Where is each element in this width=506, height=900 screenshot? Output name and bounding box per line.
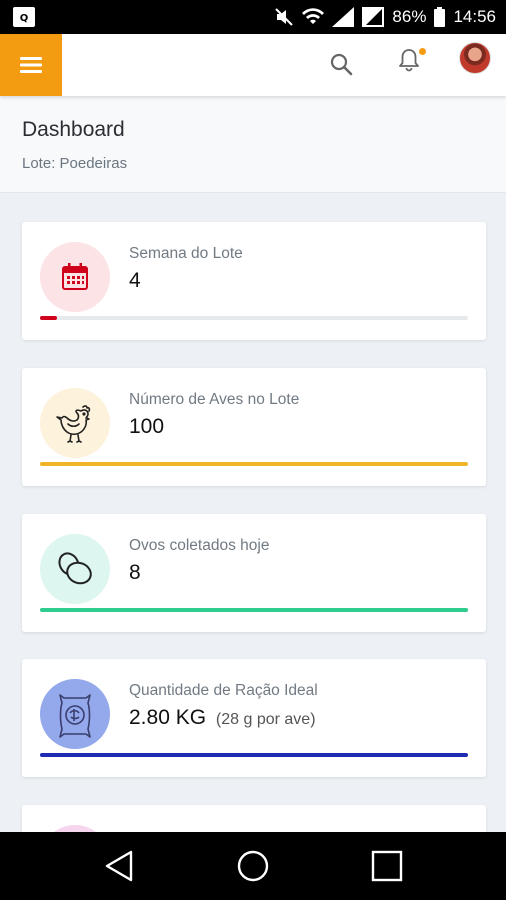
card-value: 2.80 KG (28 g por ave) [129, 706, 316, 730]
system-nav-bar [0, 832, 506, 900]
page-title: Dashboard [22, 118, 125, 141]
card-value: 4 [129, 269, 141, 292]
progress-track [40, 316, 468, 320]
card-value: 8 [129, 561, 141, 584]
card-numero-de-aves[interactable]: Número de Aves no Lote 100 [22, 368, 486, 486]
feed-bag-icon-circle [40, 679, 110, 749]
search-button[interactable] [328, 51, 356, 79]
home-button[interactable] [235, 848, 271, 884]
card-quantidade-racao[interactable]: Quantidade de Ração Ideal 2.80 KG (28 g … [22, 659, 486, 777]
notifications-button[interactable] [396, 46, 426, 76]
search-icon [330, 53, 353, 76]
back-icon [105, 850, 133, 882]
progress-fill [40, 608, 468, 612]
card-label: Quantidade de Ração Ideal [129, 682, 318, 699]
card-ovos-coletados[interactable]: Ovos coletados hoje 8 [22, 514, 486, 632]
card-value-note: (28 g por ave) [215, 711, 316, 728]
feed-bag-icon [59, 694, 91, 738]
wifi-icon [302, 8, 325, 26]
card-value: 100 [129, 415, 165, 438]
notification-badge [419, 48, 426, 55]
chicken-icon-circle [40, 388, 110, 458]
page-header: Dashboard Lote: Poedeiras [0, 96, 506, 193]
chicken-icon [56, 405, 91, 443]
progress-track [40, 753, 468, 757]
status-bar: Q 86% 14:56 [0, 0, 506, 34]
card-label: Número de Aves no Lote [129, 391, 300, 408]
clock: 14:56 [453, 7, 496, 26]
eggs-icon-circle [40, 534, 110, 604]
menu-button[interactable] [0, 34, 62, 96]
battery-percent: 86% [392, 7, 427, 26]
svg-text:Q: Q [20, 13, 29, 24]
progress-track [40, 462, 468, 466]
battery-icon [434, 7, 446, 27]
mute-icon [274, 7, 294, 27]
eggs-icon [58, 552, 92, 585]
card-value-text: 2.80 KG [129, 706, 207, 729]
card-label: Ovos coletados hoje [129, 537, 270, 554]
calendar-icon [62, 263, 88, 290]
recents-button[interactable] [369, 848, 405, 884]
progress-fill [40, 462, 468, 466]
recents-icon [371, 850, 403, 882]
home-icon [237, 850, 269, 882]
calendar-icon-circle [40, 242, 110, 312]
notification-app-icon: Q [12, 6, 36, 28]
app-bar [0, 34, 506, 96]
signal-icon-2 [362, 7, 385, 27]
progress-fill [40, 753, 468, 757]
back-button[interactable] [101, 848, 137, 884]
progress-fill [40, 316, 58, 320]
page-subtitle: Lote: Poedeiras [22, 155, 128, 172]
card-label: Semana do Lote [129, 245, 243, 262]
avatar[interactable] [459, 42, 491, 74]
signal-icon [332, 7, 355, 27]
progress-track [40, 608, 468, 612]
card-semana-do-lote[interactable]: Semana do Lote 4 [22, 222, 486, 340]
hamburger-menu-icon [20, 57, 42, 73]
